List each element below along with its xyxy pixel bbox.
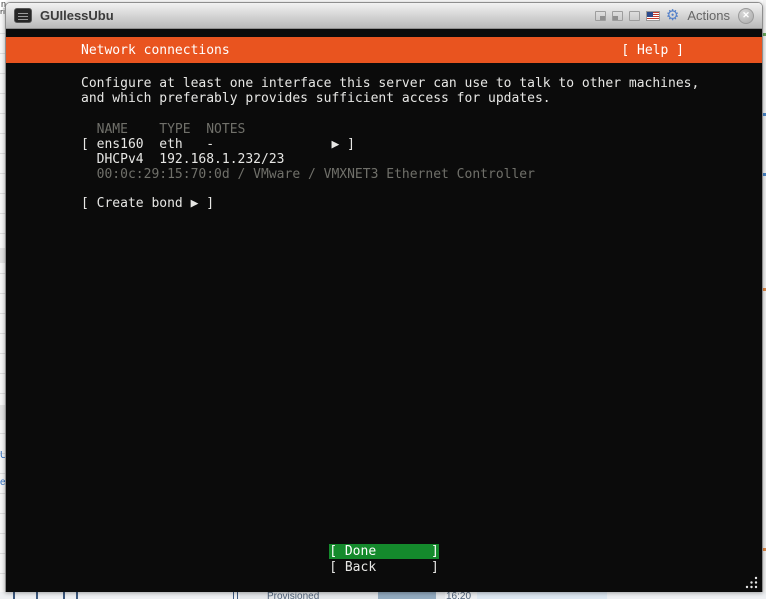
keyboard-layout-flag-icon[interactable] xyxy=(645,10,660,21)
actions-menu[interactable]: Actions xyxy=(687,8,730,23)
panel-bottom-left-icon[interactable] xyxy=(611,10,623,21)
help-button[interactable]: [ Help ] xyxy=(621,43,762,58)
nic-table-header: NAME TYPE NOTES xyxy=(81,122,246,137)
intro-text-line1: Configure at least one interface this se… xyxy=(81,76,700,91)
background-cell xyxy=(477,592,607,599)
nic-row-dhcp-address: DHCPv4 192.168.1.232/23 xyxy=(81,152,285,167)
back-button[interactable]: [ Back ] xyxy=(329,560,439,575)
background-column-line xyxy=(237,592,238,599)
installer-header-bar: Network connections [ Help ] xyxy=(6,37,762,63)
background-column-line xyxy=(76,592,78,599)
nic-row-ens160[interactable]: [ ens160 eth - ▶ ] xyxy=(81,137,355,152)
background-time-label: 16:20 xyxy=(446,592,472,599)
background-column-line xyxy=(13,592,15,599)
fullscreen-icon[interactable] xyxy=(628,10,640,21)
window-titlebar[interactable]: GUIlessUbu ⚙ Actions ✕ xyxy=(6,3,762,29)
done-button[interactable]: [ Done ] xyxy=(329,544,439,559)
done-button-row[interactable]: [ Done ] xyxy=(6,544,762,560)
background-column-line xyxy=(36,592,38,599)
footer-buttons: [ Done ] [ Back ] xyxy=(6,544,762,576)
vm-console-window: GUIlessUbu ⚙ Actions ✕ Network connectio… xyxy=(5,2,763,592)
gear-icon[interactable]: ⚙ xyxy=(666,8,679,23)
desktop: n ri U er Provisioned 16:20 GUIlessUbu xyxy=(0,0,766,599)
console-app-icon xyxy=(14,8,32,23)
window-title: GUIlessUbu xyxy=(40,8,114,23)
background-column-line xyxy=(233,592,234,599)
page-title: Network connections xyxy=(81,42,230,58)
background-column-line xyxy=(63,592,65,599)
close-icon[interactable]: ✕ xyxy=(738,7,754,24)
create-bond-button[interactable]: [ Create bond ▶ ] xyxy=(81,196,214,211)
nic-row-mac-info: 00:0c:29:15:70:0d / VMware / VMXNET3 Eth… xyxy=(81,167,535,182)
back-button-row[interactable]: [ Back ] xyxy=(6,560,762,576)
background-page-bottom-fragment: Provisioned 16:20 xyxy=(0,592,766,599)
background-cell xyxy=(378,592,436,599)
resize-grip-icon[interactable] xyxy=(744,576,759,589)
panel-bottom-right-icon[interactable] xyxy=(594,10,606,21)
background-provisioned-label: Provisioned xyxy=(267,592,320,599)
intro-text-line2: and which preferably provides sufficient… xyxy=(81,91,551,106)
installer-screen: Network connections [ Help ] Configure a… xyxy=(6,29,762,592)
